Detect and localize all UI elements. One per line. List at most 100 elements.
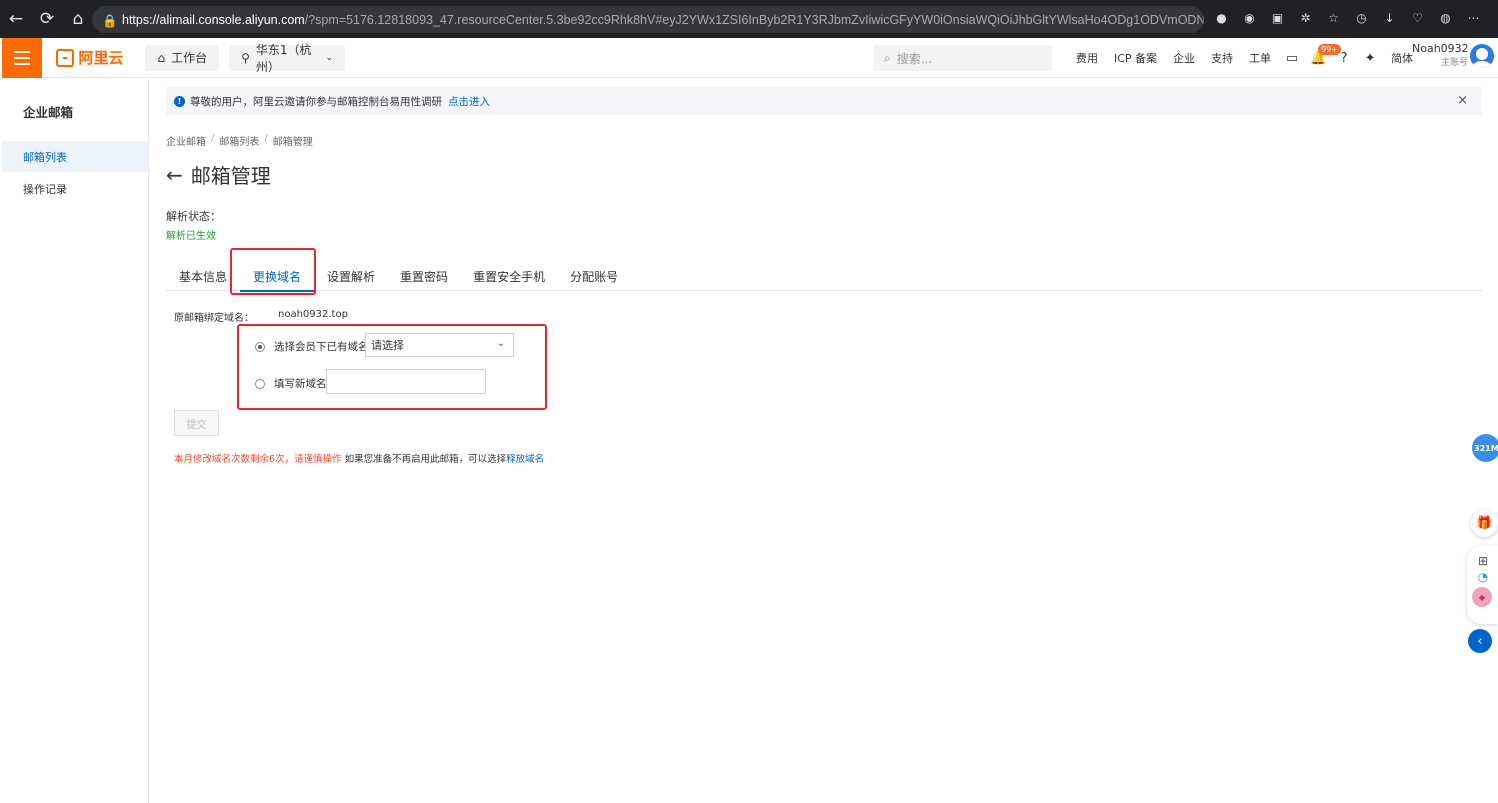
notice-link[interactable]: 点击进入 xyxy=(448,94,490,109)
tab-label: 基本信息 xyxy=(179,270,228,284)
browser-toolbar: ← ⟳ ⌂ 🔒 https://alimail.console.aliyun.c… xyxy=(0,0,1498,38)
avatar[interactable] xyxy=(1470,44,1494,68)
home-icon[interactable]: ⌂ xyxy=(63,4,93,34)
survey-notice: ! 尊敬的用户，阿里云邀请你参与邮箱控制台易用性调研 点击进入 × xyxy=(166,87,1482,115)
brand-name: 阿里云 xyxy=(78,49,124,67)
tab-basic-info[interactable]: 基本信息 xyxy=(179,262,227,291)
global-search[interactable]: ⌕ 搜索... xyxy=(874,45,1052,71)
nav-link-enterprise[interactable]: 企业 xyxy=(1165,50,1203,66)
nav-link-ticket[interactable]: 工单 xyxy=(1241,50,1279,66)
sidebar-item-label: 邮箱列表 xyxy=(23,150,67,164)
submit-button[interactable]: 提交 xyxy=(174,410,219,436)
resolve-status-value: 解析已生效 xyxy=(166,231,216,242)
menu-icon[interactable] xyxy=(2,37,42,78)
workbench-label: 工作台 xyxy=(171,51,208,65)
history-icon[interactable]: ◷ xyxy=(1352,8,1371,27)
breadcrumb-separator: / xyxy=(264,133,268,144)
floating-toolbar: ⊞ ◔ ◆ xyxy=(1467,546,1498,624)
breadcrumb-item: 邮箱管理 xyxy=(272,137,313,148)
search-icon: ⌕ xyxy=(884,50,891,65)
user-info[interactable]: Noah0932 主账号 xyxy=(1412,42,1469,68)
help-icon[interactable]: ? xyxy=(1331,38,1357,78)
warning-red-text: 本月修改域名次数剩余6次，请谨慎操作 xyxy=(174,454,342,465)
option-new-domain[interactable]: 填写新域名 xyxy=(255,376,327,391)
user-name: Noah0932 xyxy=(1412,42,1469,55)
url-host: https://alimail.console.aliyun.com xyxy=(122,12,305,27)
notice-text: 尊敬的用户，阿里云邀请你参与邮箱控制台易用性调研 xyxy=(190,95,442,108)
console-topbar: - 阿里云 ⌂ 工作台 ⚲ 华东1（杭州） ⌄ ⌕ 搜索... 费用 ICP 备… xyxy=(2,37,1498,78)
extension-icon[interactable]: ◉ xyxy=(1240,8,1259,27)
nav-link-support[interactable]: 支持 xyxy=(1203,50,1241,66)
radio-new-domain[interactable] xyxy=(255,378,265,389)
original-domain-value: noah0932.top xyxy=(278,309,348,320)
extension-icon[interactable]: ▣ xyxy=(1268,8,1287,27)
apps-icon[interactable]: ⊞ xyxy=(1475,554,1491,570)
bell-icon[interactable]: 🔔 99+ xyxy=(1305,38,1341,78)
more-icon[interactable]: ⋯ xyxy=(1464,8,1483,27)
url-path: /?spm=5176.12818093_47.resourceCenter.5.… xyxy=(304,12,1204,27)
tab-label: 分配账号 xyxy=(570,270,619,284)
tab-assign-account[interactable]: 分配账号 xyxy=(570,262,618,291)
chevron-down-icon: ⌄ xyxy=(496,338,505,349)
tab-label: 设置解析 xyxy=(327,270,376,284)
reload-icon[interactable]: ⟳ xyxy=(32,4,62,34)
radio-existing-domain[interactable] xyxy=(255,341,265,352)
region-selector[interactable]: ⚲ 华东1（杭州） ⌄ xyxy=(229,43,346,74)
puzzle-icon[interactable]: ✲ xyxy=(1296,8,1315,27)
favorites-icon[interactable]: ☆ xyxy=(1324,8,1343,27)
tab-reset-password[interactable]: 重置密码 xyxy=(400,262,448,291)
extensions-bar: ● ◉ ▣ ✲ ☆ ◷ ↓ ♡ ◍ ⋯ xyxy=(1212,8,1483,27)
ai-assistant-icon[interactable]: ✦ xyxy=(1357,38,1383,78)
user-role: 主账号 xyxy=(1440,58,1468,68)
nav-link-billing[interactable]: 费用 xyxy=(1068,50,1106,66)
profile-icon[interactable]: ◍ xyxy=(1436,8,1455,27)
option-existing-domain[interactable]: 选择会员下已有域名 xyxy=(255,339,369,354)
page-title-text: 邮箱管理 xyxy=(190,164,271,188)
breadcrumb-item[interactable]: 企业邮箱 xyxy=(166,133,206,148)
tab-set-resolution[interactable]: 设置解析 xyxy=(327,262,375,291)
sidebar-item-operation-log[interactable]: 操作记录 xyxy=(2,173,148,204)
lock-icon: 🔒 xyxy=(102,13,118,28)
floating-badge[interactable]: 321M xyxy=(1472,434,1498,462)
sidebar-item-label: 操作记录 xyxy=(23,182,67,196)
close-icon[interactable]: × xyxy=(1457,93,1468,108)
back-icon[interactable]: ← xyxy=(1,4,31,34)
resolve-status-label: 解析状态： xyxy=(166,210,221,223)
sidebar-item-mailbox-list[interactable]: 邮箱列表 xyxy=(2,141,148,172)
tab-reset-security-phone[interactable]: 重置安全手机 xyxy=(473,262,545,291)
select-value: 请选择 xyxy=(371,339,404,352)
original-domain-label: 原邮箱绑定域名： xyxy=(174,313,254,324)
option-new-label: 填写新域名 xyxy=(274,378,327,390)
warning-text: 如果您准备不再启用此邮箱，可以选择 xyxy=(341,454,507,465)
terminal-icon[interactable]: ▭ xyxy=(1279,38,1305,78)
location-icon: ⚲ xyxy=(241,50,250,65)
address-bar[interactable]: 🔒 https://alimail.console.aliyun.com /?s… xyxy=(92,6,1204,33)
assistant-icon[interactable]: ◆ xyxy=(1472,587,1492,607)
top-nav-links: 费用 ICP 备案 企业 支持 工单 ▭ 🔔 99+ ? ✦ 简体 xyxy=(1068,38,1421,78)
extension-icon[interactable]: ● xyxy=(1212,8,1231,27)
info-icon: ! xyxy=(174,95,185,107)
change-limit-warning: 本月修改域名次数剩余6次，请谨慎操作 如果您准备不再启用此邮箱，可以选择释放域名 xyxy=(174,451,544,465)
new-domain-input[interactable] xyxy=(326,369,486,394)
tab-change-domain[interactable]: 更换域名 xyxy=(240,262,315,292)
page-title: ← 邮箱管理 xyxy=(166,160,271,189)
nav-link-icp[interactable]: ICP 备案 xyxy=(1106,50,1165,66)
aliyun-logo-mark: - xyxy=(56,48,75,67)
tab-label: 重置密码 xyxy=(400,270,449,284)
search-placeholder: 搜索... xyxy=(896,51,933,66)
release-domain-link[interactable]: 释放域名 xyxy=(506,454,544,465)
home-icon: ⌂ xyxy=(157,50,166,65)
back-arrow-icon[interactable]: ← xyxy=(166,163,183,187)
health-icon[interactable]: ♡ xyxy=(1408,8,1427,27)
tab-label: 更换域名 xyxy=(253,270,302,284)
aliyun-logo[interactable]: - 阿里云 xyxy=(56,47,123,68)
tab-label: 重置安全手机 xyxy=(473,270,546,284)
existing-domain-select[interactable]: 请选择 ⌄ xyxy=(365,333,514,357)
collapse-arrow-icon[interactable]: ‹ xyxy=(1468,629,1492,653)
sidebar-title: 企业邮箱 xyxy=(23,105,74,120)
gift-icon[interactable]: 🎁 xyxy=(1471,510,1498,537)
breadcrumb-item[interactable]: 邮箱列表 xyxy=(219,133,259,148)
workbench-button[interactable]: ⌂ 工作台 xyxy=(145,44,220,71)
download-icon[interactable]: ↓ xyxy=(1380,8,1399,27)
chat-icon[interactable]: ◔ xyxy=(1475,570,1491,586)
